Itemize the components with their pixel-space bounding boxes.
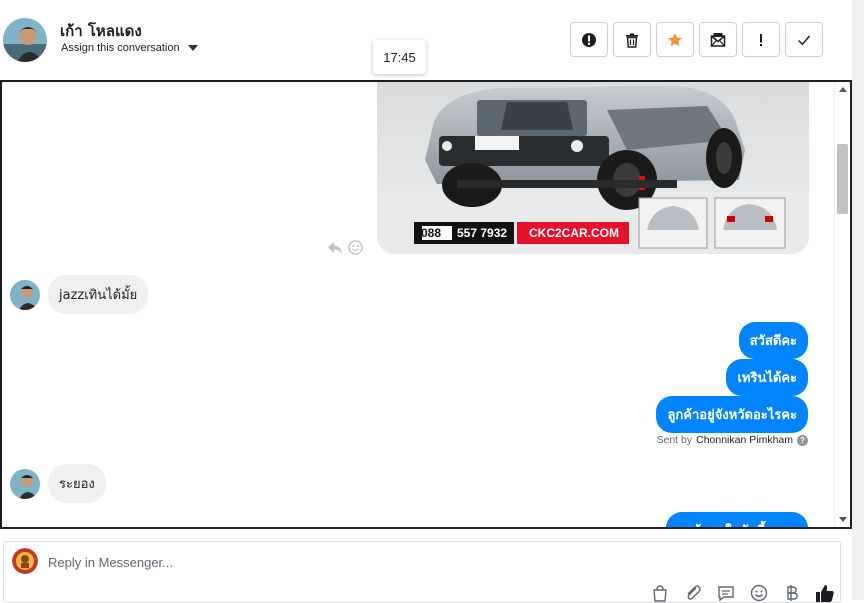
checkmark-icon: [797, 35, 811, 45]
delete-button[interactable]: [613, 22, 651, 57]
scrollbar-thumb[interactable]: [837, 144, 848, 214]
reply-input[interactable]: [48, 551, 748, 573]
sender-avatar[interactable]: [10, 279, 40, 310]
shopping-bag-icon[interactable]: [649, 583, 671, 603]
trash-icon: [626, 33, 638, 48]
sent-by-prefix: Sent by: [656, 434, 693, 446]
caret-down-icon: [187, 45, 198, 51]
incoming-message: ระยอง: [48, 464, 106, 503]
paperclip-icon[interactable]: [682, 583, 704, 603]
conversation-actions: [570, 22, 823, 57]
contact-name: เก้า โหลแดง: [60, 22, 142, 40]
sender-avatar[interactable]: [10, 468, 40, 499]
conversation-scrollbar[interactable]: [834, 82, 850, 527]
baht-icon[interactable]: [781, 583, 803, 603]
follow-up-button[interactable]: [742, 22, 780, 57]
conversation-thread[interactable]: 088 557 7932 CKC2CAR.COM jazzเทินได้มั้ย…: [0, 80, 852, 529]
sent-by-name: Chonnikan Pimkham: [696, 434, 793, 446]
mark-unread-button[interactable]: [699, 22, 737, 57]
composer-tools: [649, 583, 836, 603]
page-gutter: [852, 0, 864, 600]
reply-icon[interactable]: [327, 241, 343, 255]
incoming-message: jazzเทินได้มั้ย: [48, 275, 149, 314]
star-icon: [668, 32, 682, 46]
outgoing-message: เทรินได้คะ: [726, 359, 808, 396]
outgoing-message: ลูกค้าสนใจคันนี้มะคะ: [665, 512, 808, 527]
emoji-icon[interactable]: [748, 583, 770, 603]
contact-avatar[interactable]: [3, 18, 47, 62]
thumbs-up-icon[interactable]: [814, 583, 836, 603]
scroll-down-arrow-icon[interactable]: [839, 517, 847, 522]
scroll-up-arrow-icon[interactable]: [839, 87, 847, 92]
report-spam-button[interactable]: [570, 22, 608, 57]
mark-done-button[interactable]: [785, 22, 823, 57]
outgoing-message: ลูกค้าอยู่จังหวัดอะไรคะ: [656, 396, 808, 433]
outgoing-message: สวัสดีคะ: [738, 322, 808, 359]
ad-phone-number: 557 7932: [457, 226, 508, 240]
ad-brand: CKC2CAR.COM: [529, 226, 619, 240]
exclamation-circle-icon: [582, 32, 596, 47]
timestamp-tooltip: 17:45: [373, 40, 426, 74]
reply-composer: [3, 541, 841, 603]
assign-label: Assign this conversation: [61, 42, 180, 54]
star-button[interactable]: [656, 22, 694, 57]
messenger-inbox-panel: เก้า โหลแดง Assign this conversation 17:…: [0, 0, 864, 603]
incoming-message-row: jazzเทินได้มั้ย: [10, 275, 149, 314]
ad-phone-prefix: 088: [421, 226, 442, 240]
incoming-message-row: ระยอง: [10, 464, 106, 503]
envelope-icon: [710, 32, 726, 47]
message-tools: [327, 240, 363, 255]
page-avatar: [12, 548, 38, 574]
assign-conversation-dropdown[interactable]: Assign this conversation: [61, 42, 198, 54]
car-ad-image[interactable]: 088 557 7932 CKC2CAR.COM: [377, 82, 809, 254]
conversation-header: เก้า โหลแดง Assign this conversation 17:…: [0, 0, 852, 80]
react-emoji-icon[interactable]: [348, 240, 363, 255]
sent-by-line: Sent by Chonnikan Pimkham ?: [656, 434, 808, 446]
saved-reply-icon[interactable]: [715, 583, 737, 603]
help-icon[interactable]: ?: [797, 434, 808, 446]
exclamation-icon: [760, 33, 762, 46]
